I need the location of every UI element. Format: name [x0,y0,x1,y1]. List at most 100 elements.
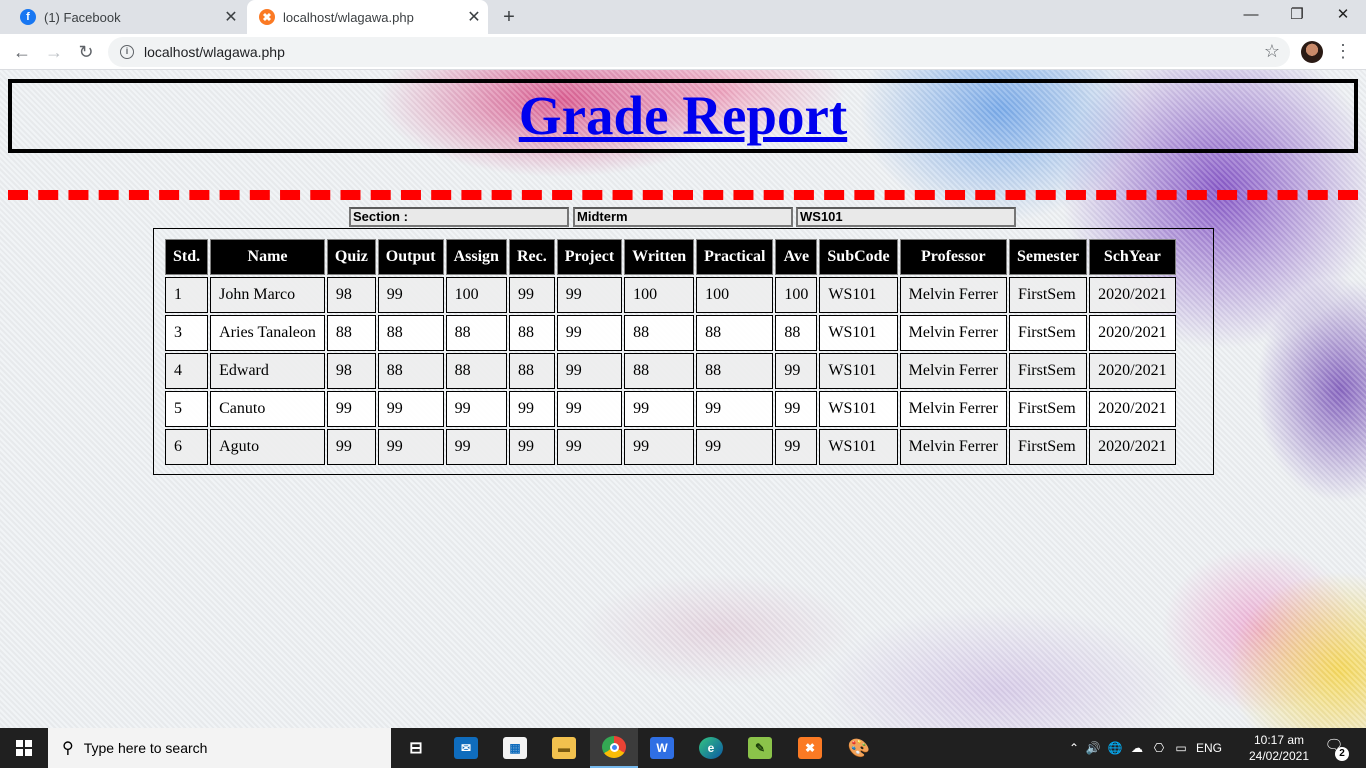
table-cell: 88 [508,315,555,351]
table-cell: 99 [377,429,444,465]
table-cell: 99 [556,429,623,465]
table-cell: WS101 [819,391,898,427]
table-cell: 99 [377,277,444,313]
table-row: 4 Edward 98 88 88 88 99 88 88 99 WS101 Melvin Ferre… [165,353,1176,389]
restore-button[interactable]: ❐ [1274,0,1320,32]
profile-avatar[interactable] [1301,41,1323,63]
address-bar[interactable]: i localhost/wlagawa.php ☆ [108,37,1290,67]
xampp-app[interactable]: ✖ [786,728,834,768]
network-icon[interactable]: ⎔ [1148,741,1170,755]
table-header-row: Std. Name Quiz Output Assign Rec. Project Writt… [165,239,1176,275]
volume-icon[interactable]: 🔊 [1082,741,1104,755]
wps-app[interactable]: W [638,728,686,768]
tab-wlagawa[interactable]: ✖ localhost/wlagawa.php ✕ [247,0,488,34]
table-row: 1 John Marco 98 99 100 99 99 100 100 100 WS101 Melv… [165,277,1176,313]
edge-app[interactable]: e [687,728,735,768]
edge-icon: e [699,737,723,759]
column-header: Output [377,239,444,275]
notification-center-button[interactable]: 🗨 2 [1322,736,1349,761]
table-cell: 2020/2021 [1089,277,1176,313]
xampp-icon: ✖ [259,9,275,25]
mail-icon: ✉ [454,737,478,759]
chevron-up-icon[interactable]: ⌃ [1066,741,1082,755]
table-cell: WS101 [819,315,898,351]
bookmark-star-icon[interactable]: ☆ [1264,41,1280,62]
chrome-app[interactable] [590,728,638,768]
battery-icon[interactable]: ▭ [1170,741,1192,755]
table-cell: 3 [165,315,209,351]
page-title-link[interactable]: Grade Report [12,83,1354,149]
table-cell: 99 [624,429,695,465]
column-header: SchYear [1089,239,1176,275]
table-cell: 99 [775,429,818,465]
task-view-icon: ⊟ [409,740,423,757]
table-body: 1 John Marco 98 99 100 99 99 100 100 100 WS101 Melv… [165,277,1176,465]
notepad-plus-app[interactable]: ✎ [736,728,784,768]
table-cell: 6 [165,429,209,465]
table-cell: WS101 [819,353,898,389]
language-indicator[interactable]: ENG [1192,741,1226,755]
file-explorer-app[interactable]: ▬ [540,728,588,768]
back-arrow-icon[interactable]: ← [8,38,36,66]
table-cell: Edward [210,353,325,389]
mail-app[interactable]: ✉ [442,728,490,768]
close-icon[interactable]: ✕ [217,7,245,27]
browser-menu-icon[interactable]: ⋮ [1334,40,1352,64]
cloud-icon[interactable]: ☁ [1126,741,1148,755]
grade-table-container: Std. Name Quiz Output Assign Rec. Project Writt… [153,228,1214,475]
table-cell: 88 [696,315,774,351]
table-cell: 99 [556,353,623,389]
section-field[interactable]: Section : [349,207,569,227]
column-header: Assign [445,239,507,275]
close-icon[interactable]: ✕ [460,7,488,27]
term-field[interactable]: Midterm [573,207,793,227]
table-cell: 98 [326,277,376,313]
url-text[interactable]: localhost/wlagawa.php [144,44,285,60]
table-cell: FirstSem [1008,353,1088,389]
table-cell: WS101 [819,277,898,313]
table-cell: 2020/2021 [1089,353,1176,389]
notification-count: 2 [1335,747,1349,761]
table-cell: Canuto [210,391,325,427]
table-cell: 99 [775,353,818,389]
windows-icon [16,740,32,756]
table-cell: 2020/2021 [1089,315,1176,351]
notepad-plus-icon: ✎ [748,737,772,759]
tab-facebook[interactable]: f (1) Facebook ✕ [8,0,245,34]
start-button[interactable] [0,728,48,768]
window-close-button[interactable]: ✕ [1320,0,1366,32]
store-icon: ▦ [503,737,527,759]
table-cell: 99 [445,429,507,465]
table-cell: FirstSem [1008,391,1088,427]
globe-icon[interactable]: 🌐 [1104,741,1126,755]
reload-icon[interactable]: ↻ [72,38,100,66]
dashed-divider [8,190,1358,200]
table-cell: 99 [624,391,695,427]
table-cell: Aries Tanaleon [210,315,325,351]
column-header: Quiz [326,239,376,275]
table-cell: 99 [508,277,555,313]
minimize-button[interactable]: — [1228,0,1274,32]
page-content: Grade Report Section : Midterm WS101 Std… [0,70,1366,728]
column-header: Project [556,239,623,275]
taskbar-clock[interactable]: 10:17 am 24/02/2021 [1246,732,1312,764]
table-cell: Melvin Ferrer [899,277,1007,313]
store-app[interactable]: ▦ [491,728,539,768]
forward-arrow-icon[interactable]: → [40,38,68,66]
task-view-button[interactable]: ⊟ [392,728,440,768]
new-tab-button[interactable]: + [496,5,522,29]
info-icon[interactable]: i [120,45,134,59]
column-header: Name [210,239,325,275]
paint-app[interactable]: 🎨 [835,728,883,768]
table-cell: 88 [508,353,555,389]
table-cell: 88 [624,353,695,389]
table-cell: 99 [508,391,555,427]
column-header: Written [624,239,695,275]
title-box: Grade Report [8,79,1358,153]
table-row: 5 Canuto 99 99 99 99 99 99 99 99 WS101 Melvin Ferre… [165,391,1176,427]
subject-code-field[interactable]: WS101 [796,207,1016,227]
taskbar-search[interactable]: ⚲ Type here to search [48,728,391,768]
table-row: 3 Aries Tanaleon 88 88 88 88 99 88 88 88 WS101 Melv… [165,315,1176,351]
table-cell: FirstSem [1008,315,1088,351]
table-cell: Melvin Ferrer [899,353,1007,389]
